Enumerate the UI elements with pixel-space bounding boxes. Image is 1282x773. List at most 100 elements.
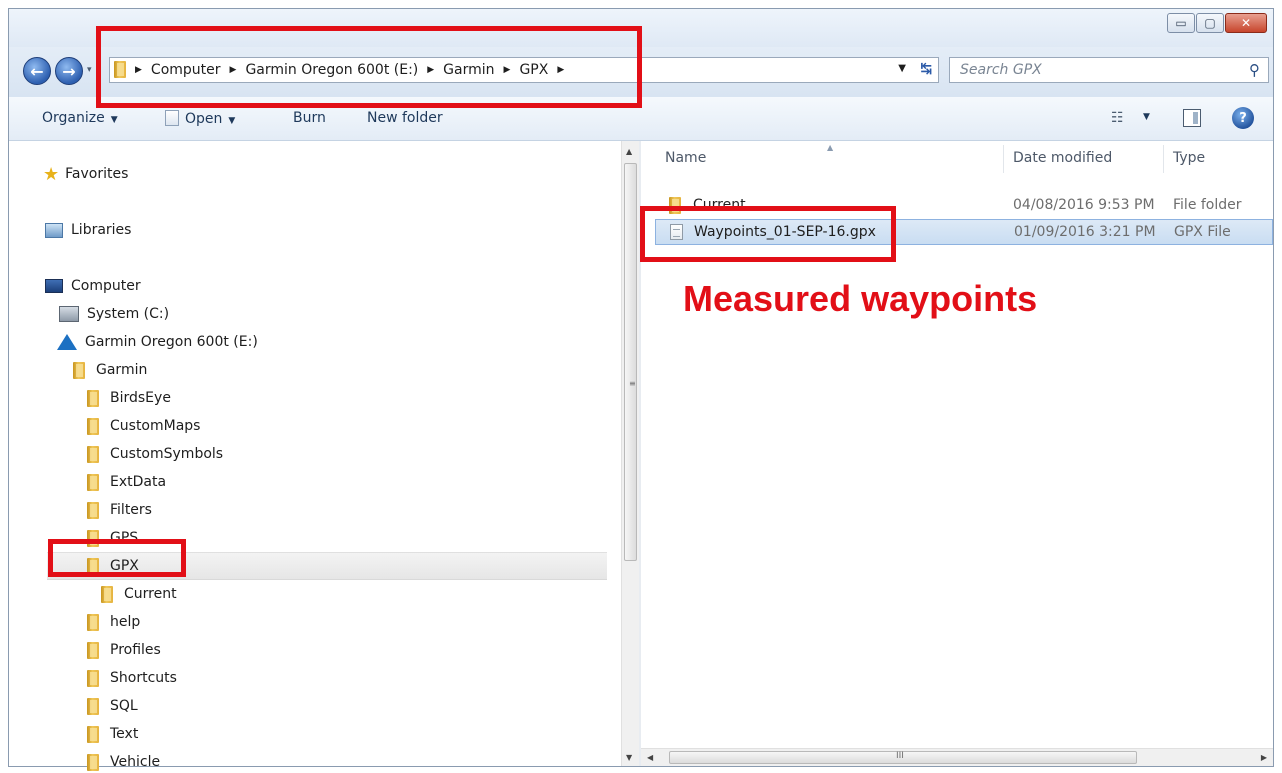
- back-arrow-icon: ←: [30, 61, 44, 81]
- file-date: 04/08/2016 9:53 PM: [1013, 197, 1155, 213]
- folder-icon: [87, 389, 99, 407]
- nav-system-drive[interactable]: System (C:): [59, 303, 169, 325]
- scroll-up-icon[interactable]: ▲: [626, 147, 632, 156]
- file-type: File folder: [1173, 197, 1242, 213]
- nav-folder-sql[interactable]: SQL: [87, 695, 138, 717]
- nav-folder-vehicle[interactable]: Vehicle: [87, 751, 160, 773]
- grip-icon: ≡: [629, 379, 636, 388]
- open-button[interactable]: Open ▼: [165, 110, 235, 127]
- drive-icon: [59, 306, 79, 322]
- folder-icon: [87, 501, 99, 519]
- navigation-pane: ★ Favorites Libraries Computer System (C…: [9, 141, 621, 771]
- libraries-icon: [45, 222, 63, 238]
- nav-folder-profiles[interactable]: Profiles: [87, 639, 161, 661]
- annotation-box-file: [640, 206, 896, 262]
- change-view-icon[interactable]: ☷: [1111, 110, 1124, 126]
- burn-button[interactable]: Burn: [293, 110, 326, 126]
- folder-icon: [87, 725, 99, 743]
- column-header-type[interactable]: Type: [1173, 150, 1205, 166]
- organize-button[interactable]: Organize ▼: [42, 110, 118, 126]
- nav-folder-shortcuts[interactable]: Shortcuts: [87, 667, 177, 689]
- close-button[interactable]: ✕: [1225, 13, 1267, 33]
- folder-icon: [87, 473, 99, 491]
- annotation-box-address: [96, 26, 642, 108]
- new-folder-button[interactable]: New folder: [367, 110, 443, 126]
- chevron-down-icon[interactable]: ▼: [1143, 112, 1150, 122]
- minimize-button[interactable]: ▭: [1167, 13, 1195, 33]
- nav-folder-label: CustomMaps: [110, 418, 201, 434]
- computer-icon: [45, 279, 63, 293]
- explorer-window: ▭ ▢ ✕ ← → ▾ ▶ Computer ▶ Garmin Oregon 6…: [8, 8, 1274, 771]
- nav-garmin-drive[interactable]: Garmin Oregon 600t (E:): [57, 331, 258, 353]
- nav-favorites[interactable]: ★ Favorites: [43, 163, 128, 185]
- nav-libraries-label: Libraries: [71, 222, 132, 238]
- nav-folder-custommaps[interactable]: CustomMaps: [87, 415, 200, 437]
- forward-button[interactable]: →: [55, 57, 83, 85]
- nav-computer[interactable]: Computer: [45, 275, 141, 297]
- column-header-date[interactable]: Date modified: [1013, 150, 1112, 166]
- chevron-down-icon: ▼: [228, 116, 236, 126]
- nav-folder-text[interactable]: Text: [87, 723, 138, 745]
- annotation-box-gpx-folder: [48, 539, 186, 577]
- address-dropdown-icon[interactable]: ▼: [898, 63, 906, 74]
- folder-icon: [87, 613, 99, 631]
- navigation-scrollbar[interactable]: ▲ ≡ ▼: [621, 141, 639, 766]
- scrollbar-thumb[interactable]: III: [669, 751, 1137, 764]
- nav-garmin-drive-label: Garmin Oregon 600t (E:): [85, 334, 258, 350]
- scroll-down-icon[interactable]: ▼: [626, 753, 632, 762]
- back-button[interactable]: ←: [23, 57, 51, 85]
- nav-folder-label: Current: [124, 586, 177, 602]
- folder-icon: [87, 697, 99, 715]
- file-type: GPX File: [1174, 224, 1231, 240]
- folder-icon: [87, 641, 99, 659]
- column-divider[interactable]: [1003, 145, 1004, 173]
- nav-favorites-label: Favorites: [65, 166, 129, 182]
- help-icon[interactable]: ?: [1232, 107, 1254, 129]
- scroll-left-icon[interactable]: ◀: [647, 753, 653, 762]
- nav-garmin-folder[interactable]: Garmin: [73, 359, 147, 381]
- nav-folder-extdata[interactable]: ExtData: [87, 471, 166, 493]
- chevron-down-icon: ▼: [110, 115, 118, 125]
- nav-folder-birdseye[interactable]: BirdsEye: [87, 387, 171, 409]
- open-file-icon: [165, 110, 179, 126]
- file-date: 01/09/2016 3:21 PM: [1014, 224, 1156, 240]
- garmin-drive-icon: [57, 334, 77, 350]
- sort-ascending-icon: ▲: [827, 143, 834, 152]
- nav-folder-label: BirdsEye: [110, 390, 171, 406]
- star-icon: ★: [43, 163, 60, 185]
- nav-folder-filters[interactable]: Filters: [87, 499, 152, 521]
- folder-icon: [87, 753, 99, 771]
- nav-folder-label: SQL: [110, 698, 138, 714]
- grip-icon: III: [896, 751, 904, 761]
- search-icon[interactable]: ⚲: [1249, 61, 1260, 79]
- search-placeholder: Search GPX: [960, 62, 1042, 78]
- nav-folder-label: Vehicle: [110, 754, 161, 770]
- column-header-name[interactable]: Name: [665, 150, 706, 166]
- nav-folder-label: Text: [110, 726, 139, 742]
- organize-label: Organize: [42, 110, 105, 126]
- nav-folder-help[interactable]: help: [87, 611, 140, 633]
- annotation-label: Measured waypoints: [683, 278, 1038, 319]
- nav-folder-current[interactable]: Current: [101, 583, 177, 605]
- search-input[interactable]: Search GPX ⚲: [949, 57, 1269, 83]
- nav-system-drive-label: System (C:): [87, 306, 170, 322]
- nav-folder-label: help: [110, 614, 141, 630]
- recent-pages-chevron-icon[interactable]: ▾: [87, 65, 92, 75]
- folder-icon: [87, 669, 99, 687]
- horizontal-scrollbar[interactable]: ◀ III ▶: [641, 748, 1273, 766]
- forward-arrow-icon: →: [62, 61, 76, 81]
- nav-folder-label: CustomSymbols: [110, 446, 224, 462]
- refresh-icon[interactable]: ↹: [920, 61, 932, 77]
- maximize-button[interactable]: ▢: [1196, 13, 1224, 33]
- column-divider[interactable]: [1163, 145, 1164, 173]
- nav-computer-label: Computer: [71, 278, 141, 294]
- scroll-right-icon[interactable]: ▶: [1261, 753, 1267, 762]
- folder-icon: [101, 585, 113, 603]
- preview-pane-icon[interactable]: [1183, 109, 1201, 127]
- folder-icon: [73, 361, 85, 379]
- nav-folder-label: ExtData: [110, 474, 167, 490]
- scrollbar-thumb[interactable]: ≡: [624, 163, 637, 561]
- nav-folder-label: Filters: [110, 502, 152, 518]
- nav-libraries[interactable]: Libraries: [45, 219, 131, 241]
- nav-folder-customsymbols[interactable]: CustomSymbols: [87, 443, 223, 465]
